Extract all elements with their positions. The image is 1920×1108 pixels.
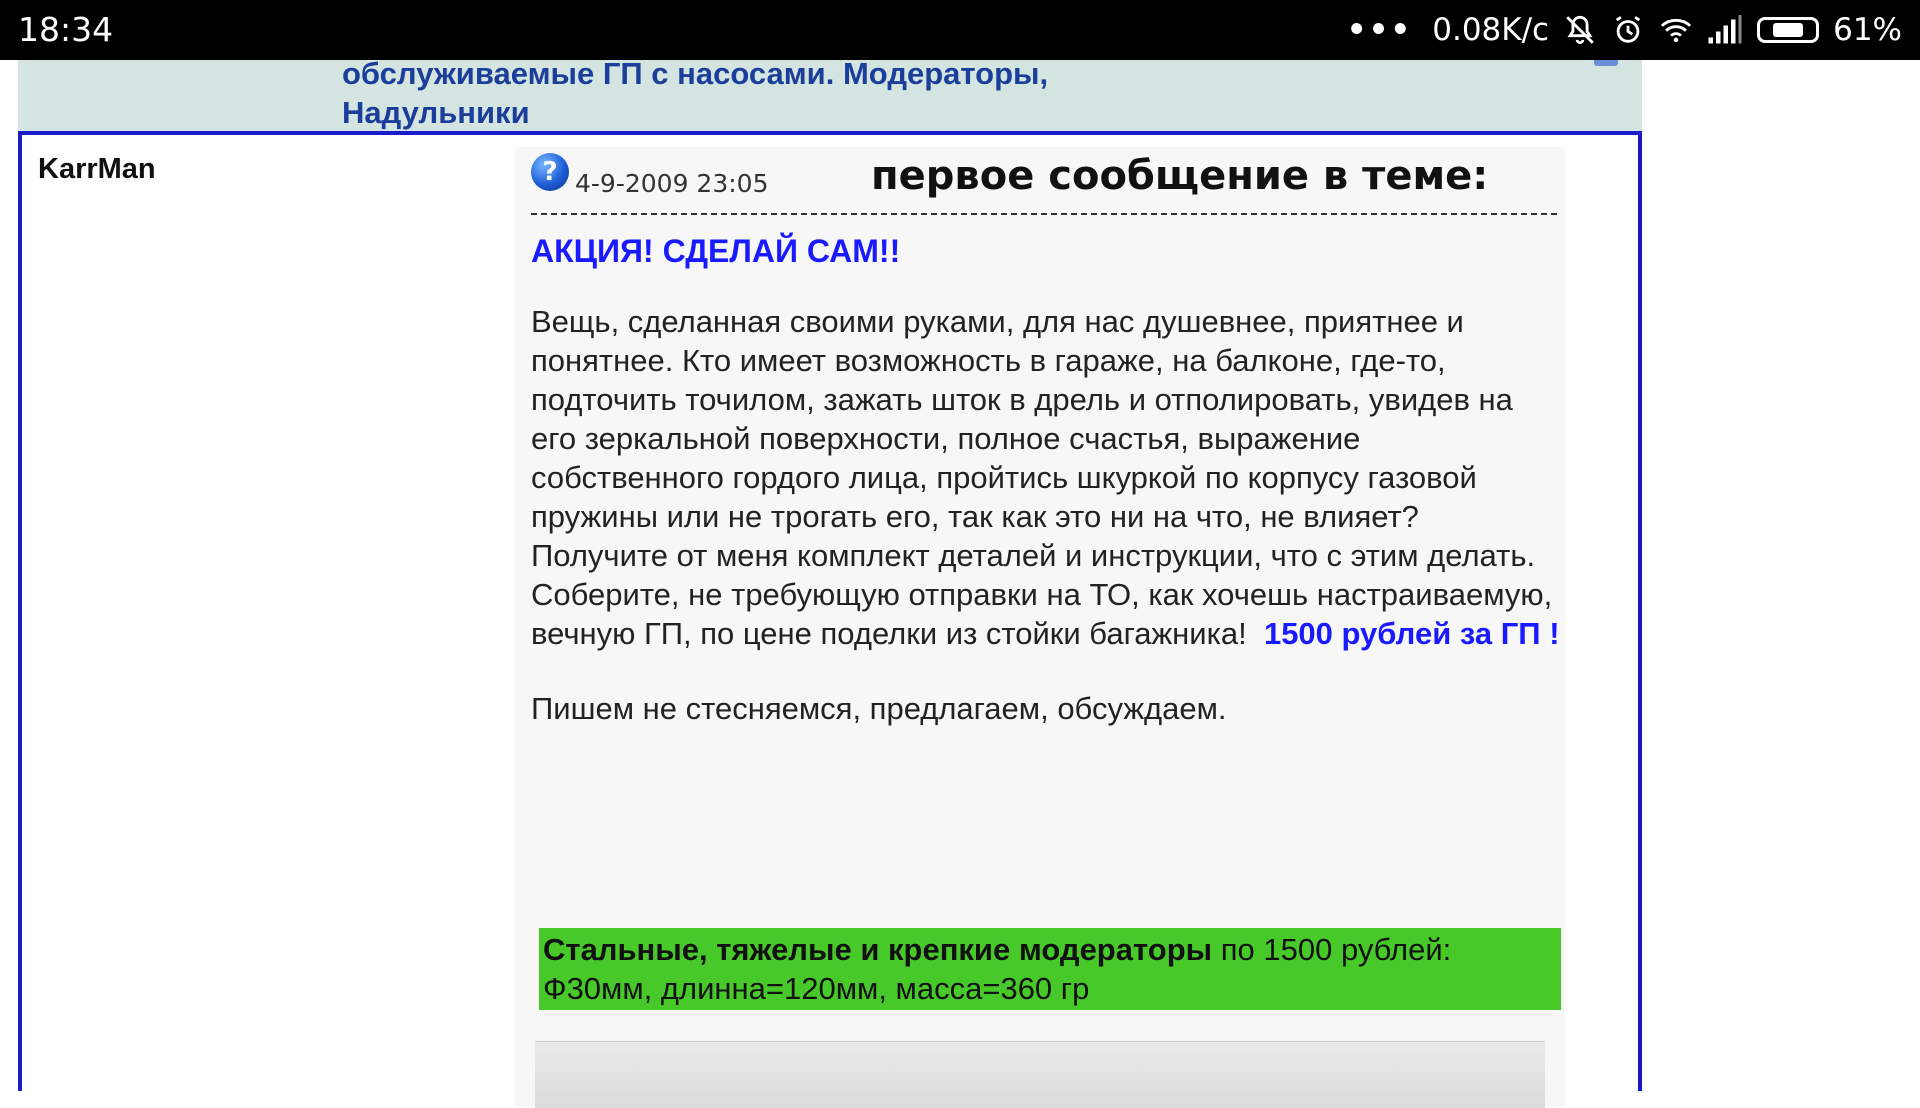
- price-highlight: 1500 рублей за ГП !: [1263, 616, 1560, 651]
- battery-icon: [1757, 17, 1820, 43]
- status-time: 18:34: [18, 10, 114, 49]
- post-paragraph-3: Пишем не стесняемся, предлагаем, обсужда…: [531, 691, 1227, 726]
- status-bar: 18:34 ••• 0.08K/c 61%: [0, 0, 1920, 60]
- topic-edge-icon: [1594, 60, 1618, 66]
- post-frame: KarrMan ? 4-9-2009 23:05 первое сообщени…: [18, 131, 1642, 1108]
- first-message-label: первое сообщение в теме:: [871, 153, 1489, 199]
- moderators-offer-box: Стальные, тяжелые и крепкие модераторы п…: [539, 928, 1561, 1010]
- topic-header: обслуживаемые ГП с насосами. Модераторы,…: [18, 56, 1642, 131]
- post-image[interactable]: [535, 1041, 1545, 1108]
- post-paragraph-1: Вещь, сделанная своими руками, для нас д…: [531, 304, 1513, 534]
- signal-icon: [1707, 14, 1743, 46]
- post-author[interactable]: KarrMan: [38, 153, 156, 186]
- post-headline: АКЦИЯ! СДЕЛАЙ САМ!!: [531, 233, 901, 269]
- status-right: ••• 0.08K/c 61%: [1347, 0, 1902, 60]
- post-date: 4-9-2009 23:05: [575, 169, 769, 198]
- post-body: ? 4-9-2009 23:05 первое сообщение в теме…: [515, 147, 1565, 1108]
- post-header: ? 4-9-2009 23:05 первое сообщение в теме…: [531, 147, 1557, 215]
- battery-fill: [1772, 23, 1804, 37]
- battery-percent: 61%: [1833, 12, 1902, 48]
- post-paragraph-2: Получите от меня комплект деталей и инст…: [531, 536, 1561, 653]
- question-icon: ?: [531, 153, 569, 191]
- alarm-icon: [1611, 13, 1645, 47]
- topic-title[interactable]: обслуживаемые ГП с насосами. Модераторы,…: [342, 54, 1242, 132]
- offer-bold-text: Стальные, тяжелые и крепкие модераторы: [543, 932, 1213, 967]
- net-speed: 0.08K/c: [1432, 12, 1550, 48]
- notifications-off-icon: [1563, 13, 1597, 47]
- status-more-dots: •••: [1346, 12, 1413, 48]
- wifi-icon: [1659, 13, 1693, 47]
